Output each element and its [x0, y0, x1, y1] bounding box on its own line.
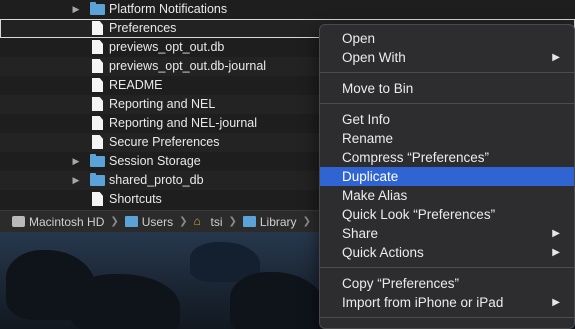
submenu-arrow-icon: ▶ — [552, 52, 560, 63]
path-crumb-label: Macintosh HD — [29, 214, 105, 229]
menu-item-label: Open — [342, 31, 376, 46]
menu-item-quick-look-preferences[interactable]: Quick Look “Preferences” — [320, 205, 574, 224]
menu-item-label: Import from iPhone or iPad — [342, 295, 504, 310]
document-icon — [90, 21, 105, 35]
menu-item-label: Quick Look “Preferences” — [342, 207, 496, 222]
document-icon — [90, 97, 105, 111]
menu-item-open-with[interactable]: Open With ▶ — [320, 48, 574, 67]
file-name: previews_opt_out.db-journal — [109, 59, 267, 73]
path-crumb-library[interactable]: Library — [242, 214, 297, 229]
file-name: shared_proto_db — [109, 173, 204, 187]
document-icon — [90, 116, 105, 130]
menu-item-import-from-iphone-or-ipad[interactable]: Import from iPhone or iPad ▶ — [320, 293, 574, 312]
file-row-platform-notifications[interactable]: ▶ Platform Notifications — [0, 0, 575, 19]
menu-item-duplicate[interactable]: Duplicate — [320, 167, 574, 186]
menu-separator — [320, 72, 574, 73]
path-crumb-label: tsi — [210, 214, 223, 229]
path-crumb-label: Users — [141, 214, 174, 229]
folder-icon — [242, 216, 256, 227]
file-name: Reporting and NEL — [109, 97, 216, 111]
menu-item-label: Quick Actions — [342, 245, 424, 260]
folder-icon — [90, 2, 105, 16]
menu-item-label: Make Alias — [342, 188, 408, 203]
file-name: Preferences — [109, 21, 177, 35]
disclosure-triangle-icon[interactable]: ▶ — [70, 171, 82, 190]
wallpaper-rock — [230, 272, 325, 329]
submenu-arrow-icon: ▶ — [552, 247, 560, 258]
menu-item-rename[interactable]: Rename — [320, 129, 574, 148]
folder-icon — [90, 173, 105, 187]
file-name: README — [109, 78, 163, 92]
menu-item-use-groups[interactable]: Use Groups — [320, 324, 574, 328]
submenu-arrow-icon: ▶ — [552, 228, 560, 239]
hard-drive-icon — [12, 216, 25, 227]
wallpaper-rock — [70, 274, 180, 329]
chevron-right-icon: ❯ — [179, 216, 188, 227]
context-menu: Open Open With ▶ Move to Bin Get Info Rename C… — [319, 24, 575, 329]
document-icon — [90, 135, 105, 149]
document-icon — [90, 78, 105, 92]
file-name: Secure Preferences — [109, 135, 220, 149]
menu-item-open[interactable]: Open — [320, 29, 574, 48]
menu-separator — [320, 103, 574, 104]
chevron-right-icon: ❯ — [228, 216, 237, 227]
document-icon — [90, 40, 105, 54]
file-name: Session Storage — [109, 154, 201, 168]
menu-item-label: Compress “Preferences” — [342, 150, 490, 165]
submenu-arrow-icon: ▶ — [552, 297, 560, 308]
menu-item-share[interactable]: Share ▶ — [320, 224, 574, 243]
path-crumb-tsi[interactable]: ⌂ tsi — [193, 215, 222, 229]
folder-icon — [124, 216, 138, 227]
menu-item-label: Duplicate — [342, 169, 399, 184]
file-name: Shortcuts — [109, 192, 162, 206]
chevron-right-icon: ❯ — [110, 216, 119, 227]
menu-item-compress-preferences[interactable]: Compress “Preferences” — [320, 148, 574, 167]
file-name: Reporting and NEL-journal — [109, 116, 258, 130]
menu-item-label: Get Info — [342, 112, 391, 127]
disclosure-triangle-icon[interactable]: ▶ — [70, 0, 82, 19]
menu-item-copy-preferences[interactable]: Copy “Preferences” — [320, 274, 574, 293]
menu-item-label: Move to Bin — [342, 81, 414, 96]
menu-item-label: Open With — [342, 50, 406, 65]
menu-item-quick-actions[interactable]: Quick Actions ▶ — [320, 243, 574, 262]
disclosure-triangle-icon[interactable]: ▶ — [70, 152, 82, 171]
menu-item-label: Rename — [342, 131, 394, 146]
menu-item-get-info[interactable]: Get Info — [320, 110, 574, 129]
file-name: previews_opt_out.db — [109, 40, 225, 54]
menu-item-move-to-bin[interactable]: Move to Bin — [320, 79, 574, 98]
document-icon — [90, 59, 105, 73]
file-name: Platform Notifications — [109, 2, 228, 16]
menu-separator — [320, 267, 574, 268]
path-crumb-users[interactable]: Users — [124, 214, 174, 229]
path-crumb-label: Library — [259, 214, 297, 229]
path-crumb-macintosh-hd[interactable]: Macintosh HD — [12, 215, 104, 229]
menu-item-label: Share — [342, 226, 379, 241]
chevron-right-icon: ❯ — [302, 216, 311, 227]
folder-icon — [90, 154, 105, 168]
menu-separator — [320, 317, 574, 318]
menu-item-make-alias[interactable]: Make Alias — [320, 186, 574, 205]
home-icon: ⌂ — [193, 214, 201, 228]
document-icon — [90, 192, 105, 206]
menu-item-label: Copy “Preferences” — [342, 276, 460, 291]
